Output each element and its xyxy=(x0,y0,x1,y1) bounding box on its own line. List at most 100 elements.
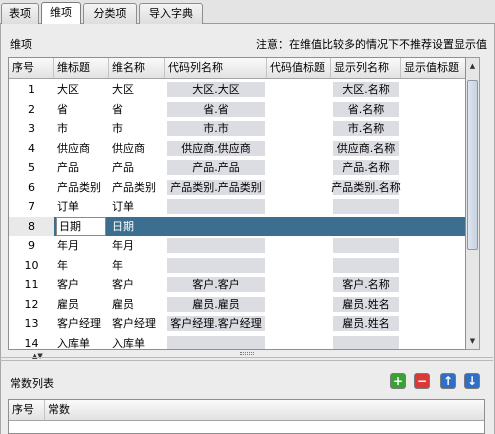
display-value-title-cell[interactable] xyxy=(401,275,465,294)
table-row[interactable]: 13 客户经理 客户经理 客户经理.客户经理 雇员.姓名 xyxy=(9,314,465,333)
code-column-cell[interactable]: 客户.客户 xyxy=(165,275,267,294)
dimension-name-cell[interactable]: 市 xyxy=(109,119,165,138)
dimension-title-cell[interactable]: 雇员 xyxy=(54,295,109,314)
code-column-cell[interactable]: 客户经理.客户经理 xyxy=(165,314,267,333)
code-value-title-cell[interactable] xyxy=(267,139,331,158)
dimension-title-cell[interactable]: 产品 xyxy=(54,158,109,177)
table-row[interactable]: 7 订单 订单 xyxy=(9,197,465,216)
move-down-button[interactable]: ↓ xyxy=(464,373,480,389)
display-value-title-cell[interactable] xyxy=(401,158,465,177)
display-column-cell[interactable]: 供应商.名称 xyxy=(331,139,401,158)
display-column-cell[interactable]: 省.名称 xyxy=(331,100,401,119)
display-column-cell[interactable]: 产品类别.名称 xyxy=(331,178,401,197)
code-column-cell[interactable]: 产品类别.产品类别 xyxy=(165,178,267,197)
table-row[interactable]: 14 入库单 入库单 xyxy=(9,334,465,350)
dimension-title-cell[interactable]: 年月 xyxy=(54,236,109,255)
dimension-title-cell[interactable]: 大区 xyxy=(54,80,109,99)
dimension-title-cell[interactable]: 市 xyxy=(54,119,109,138)
column-header[interactable]: 维名称 xyxy=(109,58,165,78)
table-row[interactable]: 6 产品类别 产品类别 产品类别.产品类别 产品类别.名称 xyxy=(9,178,465,197)
code-value-title-cell[interactable] xyxy=(267,295,331,314)
table-row[interactable]: 3 市市市.市 市.名称 xyxy=(9,119,465,138)
dimension-name-cell[interactable]: 日期 xyxy=(109,217,165,236)
tab-table-items[interactable]: 表项 xyxy=(1,3,39,25)
dimension-title-cell[interactable]: 年 xyxy=(54,256,109,275)
dimension-name-cell[interactable]: 大区 xyxy=(109,80,165,99)
table-row[interactable]: 2 省省省.省 省.名称 xyxy=(9,100,465,119)
display-column-cell[interactable] xyxy=(331,197,401,216)
table-row[interactable]: 10 年年 xyxy=(9,256,465,275)
display-column-cell[interactable]: 雇员.姓名 xyxy=(331,295,401,314)
tab-category-items[interactable]: 分类项 xyxy=(83,3,137,25)
dimension-name-cell[interactable]: 供应商 xyxy=(109,139,165,158)
display-column-cell[interactable]: 市.名称 xyxy=(331,119,401,138)
display-value-title-cell[interactable] xyxy=(401,295,465,314)
display-column-cell[interactable] xyxy=(331,334,401,350)
display-value-title-cell[interactable] xyxy=(401,334,465,350)
tab-dimension-items[interactable]: 维项 xyxy=(41,2,81,25)
splitter[interactable] xyxy=(0,357,493,361)
dimension-name-cell[interactable]: 客户 xyxy=(109,275,165,294)
table-row[interactable]: 5 产品 产品 产品.产品 产品.名称 xyxy=(9,158,465,177)
code-value-title-cell[interactable] xyxy=(267,275,331,294)
display-value-title-cell[interactable] xyxy=(401,139,465,158)
table-row[interactable]: 4 供应商 供应商 供应商.供应商 供应商.名称 xyxy=(9,139,465,158)
code-column-cell[interactable] xyxy=(165,197,267,216)
table-row[interactable]: 9 年月 年月 xyxy=(9,236,465,255)
display-column-cell[interactable]: 产品.名称 xyxy=(331,158,401,177)
code-column-cell[interactable]: 雇员.雇员 xyxy=(165,295,267,314)
display-value-title-cell[interactable] xyxy=(401,217,465,236)
add-button[interactable]: + xyxy=(390,373,406,389)
column-header[interactable]: 代码列名称 xyxy=(165,58,267,78)
display-column-cell[interactable]: 大区.名称 xyxy=(331,80,401,99)
display-column-cell[interactable]: 雇员.姓名 xyxy=(331,314,401,333)
dimension-name-cell[interactable]: 订单 xyxy=(109,197,165,216)
dimension-name-cell[interactable]: 产品类别 xyxy=(109,178,165,197)
dimension-title-cell[interactable]: 入库单 xyxy=(54,334,109,350)
display-value-title-cell[interactable] xyxy=(401,314,465,333)
code-column-cell[interactable] xyxy=(165,236,267,255)
column-header[interactable]: 维标题 xyxy=(54,58,109,78)
dimension-name-cell[interactable]: 产品 xyxy=(109,158,165,177)
display-value-title-cell[interactable] xyxy=(401,100,465,119)
dimension-title-cell[interactable]: 省 xyxy=(54,100,109,119)
scroll-up-icon[interactable]: ▲ xyxy=(467,60,478,72)
code-column-cell[interactable]: 大区.大区 xyxy=(165,80,267,99)
code-value-title-cell[interactable] xyxy=(267,256,331,275)
display-column-cell[interactable] xyxy=(331,256,401,275)
display-value-title-cell[interactable] xyxy=(401,119,465,138)
column-header[interactable]: 显示值标题 xyxy=(401,58,465,78)
code-column-cell[interactable]: 市.市 xyxy=(165,119,267,138)
move-up-button[interactable]: ↑ xyxy=(440,373,456,389)
code-value-title-cell[interactable] xyxy=(267,334,331,350)
title-edit-field[interactable]: 日期 xyxy=(56,216,106,236)
display-value-title-cell[interactable] xyxy=(401,80,465,99)
code-value-title-cell[interactable] xyxy=(267,217,331,236)
code-column-cell[interactable]: 产品.产品 xyxy=(165,158,267,177)
dimension-name-cell[interactable]: 省 xyxy=(109,100,165,119)
code-value-title-cell[interactable] xyxy=(267,158,331,177)
dimension-name-cell[interactable]: 年 xyxy=(109,256,165,275)
table-row[interactable]: 12 雇员 雇员 雇员.雇员 雇员.姓名 xyxy=(9,295,465,314)
display-column-cell[interactable]: 客户.名称 xyxy=(331,275,401,294)
column-header[interactable]: 代码值标题 xyxy=(267,58,331,78)
table-row[interactable]: 1 大区 大区 大区.大区 大区.名称 xyxy=(9,80,465,99)
code-value-title-cell[interactable] xyxy=(267,178,331,197)
tab-import-dictionary[interactable]: 导入字典 xyxy=(139,3,203,25)
code-value-title-cell[interactable] xyxy=(267,119,331,138)
display-value-title-cell[interactable] xyxy=(401,178,465,197)
code-column-cell[interactable] xyxy=(165,334,267,350)
scrollbar-thumb[interactable] xyxy=(467,80,478,250)
dimension-name-cell[interactable]: 年月 xyxy=(109,236,165,255)
dimension-title-cell[interactable]: 客户 xyxy=(54,275,109,294)
code-value-title-cell[interactable] xyxy=(267,80,331,99)
dimension-title-cell[interactable]: 订单 xyxy=(54,197,109,216)
vertical-scrollbar[interactable]: ▲ ▼ xyxy=(466,57,480,350)
scroll-down-icon[interactable]: ▼ xyxy=(467,335,478,347)
dimension-title-cell[interactable]: 客户经理 xyxy=(54,314,109,333)
display-value-title-cell[interactable] xyxy=(401,197,465,216)
display-column-cell[interactable] xyxy=(331,236,401,255)
code-value-title-cell[interactable] xyxy=(267,100,331,119)
display-value-title-cell[interactable] xyxy=(401,256,465,275)
remove-button[interactable]: − xyxy=(414,373,430,389)
